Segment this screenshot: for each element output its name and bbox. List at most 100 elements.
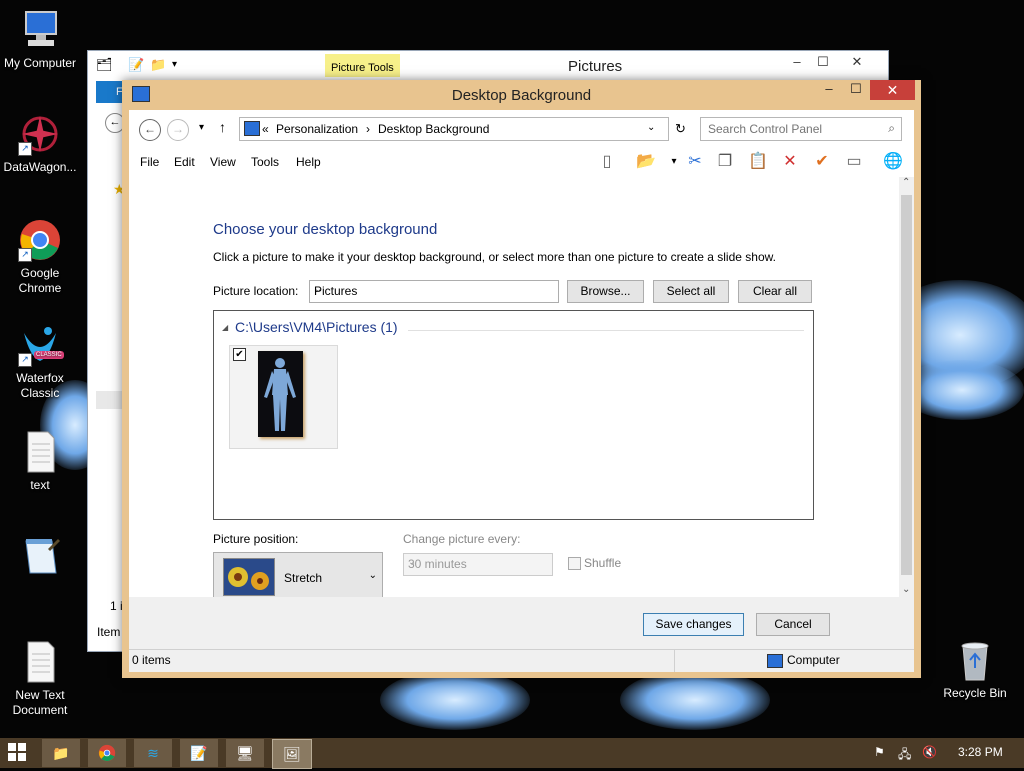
desktop-icon-google-chrome[interactable]: ↗ Google Chrome (0, 218, 80, 296)
close-button[interactable]: ✕ (870, 80, 915, 100)
cancel-button[interactable]: Cancel (756, 613, 830, 636)
desktop-icon-notepad[interactable] (0, 535, 80, 583)
desktop-icon-my-computer[interactable]: My Computer (0, 8, 80, 71)
close-button[interactable]: ✕ (842, 51, 872, 73)
delete-icon[interactable]: ✕ (779, 152, 801, 172)
desktop-icon-label: DataWagon... (3, 160, 77, 174)
taskbar: 📁 ≋ 📝 🖥 🖼 ⚑ 🖧 🔇 3:28 PM (0, 738, 1024, 769)
search-icon[interactable]: ⌕ (888, 121, 895, 136)
cut-icon[interactable]: ✂ (684, 152, 706, 172)
file-explorer-taskbar-icon[interactable]: 📁 (42, 739, 80, 767)
desktop-icon-recycle-bin[interactable]: Recycle Bin (935, 638, 1015, 701)
desktop-icon-label: My Computer (3, 56, 77, 70)
up-arrow-icon[interactable]: ↑ (219, 119, 226, 135)
notepad-taskbar-icon[interactable]: 📝 (180, 739, 218, 767)
menu-tools[interactable]: Tools (251, 155, 279, 169)
clock[interactable]: 3:28 PM (958, 745, 1003, 759)
clear-all-button[interactable]: Clear all (738, 280, 812, 303)
group-divider (408, 330, 804, 331)
menu-edit[interactable]: Edit (174, 155, 195, 169)
back-status-count: 1 i (110, 599, 123, 613)
page-title: Choose your desktop background (213, 221, 438, 238)
shortcut-arrow-icon: ↗ (18, 353, 32, 367)
back-arrow-icon[interactable]: ← (139, 119, 161, 141)
desktop-icon-label: text (30, 478, 50, 492)
page-instruction: Click a picture to make it your desktop … (213, 250, 776, 264)
recycle-bin-icon (953, 638, 997, 682)
action-center-flag-icon[interactable]: ⚑ (874, 745, 885, 759)
group-header[interactable]: C:\Users\VM4\Pictures (1) (235, 319, 398, 335)
chevron-down-icon[interactable]: ▾ (172, 59, 177, 70)
maximize-button[interactable]: ☐ (843, 80, 869, 100)
scroll-up-icon[interactable]: ⌃ (902, 177, 910, 188)
network-icon[interactable]: 🖧 (898, 745, 911, 766)
properties-icon[interactable]: 📝 (128, 57, 144, 73)
wallpaper-thumbnail-image (258, 351, 303, 437)
menu-view[interactable]: View (210, 155, 236, 169)
windows-start-icon[interactable] (8, 743, 26, 761)
preview-pane-icon[interactable]: ▯ (596, 152, 618, 172)
maximize-button[interactable]: ☐ (808, 51, 838, 73)
browse-button[interactable]: Browse... (567, 280, 644, 303)
search-input[interactable] (708, 122, 878, 136)
scroll-down-icon[interactable]: ⌄ (902, 584, 910, 595)
notepad-icon (18, 535, 62, 579)
desktop-icon-waterfox[interactable]: CLASSIC ↗ Waterfox Classic (0, 323, 80, 401)
desktop-icon-datawagon[interactable]: ↗ DataWagon... (0, 112, 80, 175)
picture-thumbnail[interactable]: ✔ (229, 345, 338, 449)
dialog-titlebar[interactable]: Desktop Background – ☐ ✕ (122, 80, 921, 110)
desktop-icon-text[interactable]: text (0, 430, 80, 493)
breadcrumb-separator: › (366, 122, 370, 136)
waterfox-taskbar-icon[interactable]: ≋ (134, 739, 172, 767)
recent-locations-icon[interactable]: ▾ (199, 122, 204, 133)
globe-icon[interactable]: 🌐 (882, 152, 904, 172)
address-bar[interactable]: « Personalization › Desktop Background ⌄ (239, 117, 669, 141)
menu-file[interactable]: File (140, 155, 159, 169)
picture-tools-tab[interactable]: Picture Tools (325, 54, 400, 77)
chrome-icon: ↗ (18, 218, 62, 262)
vertical-scrollbar[interactable]: ⌃ ⌄ (899, 177, 914, 597)
control-panel-taskbar-icon[interactable]: 🖥 (226, 739, 264, 767)
picture-position-dropdown[interactable]: Stretch ⌄ (213, 552, 383, 602)
text-file-icon (18, 430, 62, 474)
desktop-icon-new-text-document[interactable]: New Text Document (0, 640, 80, 718)
classic-badge: CLASSIC (34, 351, 64, 359)
paste-icon[interactable]: 📋 (747, 152, 769, 172)
new-folder-icon[interactable]: 📁 (150, 57, 166, 73)
picture-gallery[interactable]: ◢ C:\Users\VM4\Pictures (1) ✔ (213, 310, 814, 520)
select-all-button[interactable]: Select all (653, 280, 729, 303)
back-window-titlebar[interactable]: 🗂 📝 📁 ▾ Picture Tools Pictures – ☐ ✕ (88, 51, 888, 79)
control-panel-icon (244, 121, 260, 136)
chevron-down-icon[interactable]: ▾ (663, 152, 685, 172)
desktop-background-taskbar-icon[interactable]: 🖼 (272, 739, 312, 769)
volume-muted-icon[interactable]: 🔇 (922, 745, 937, 759)
folder-options-icon[interactable]: 📂 (635, 152, 657, 172)
breadcrumb-personalization[interactable]: Personalization (276, 122, 358, 136)
desktop-background-window[interactable]: Desktop Background – ☐ ✕ ← → ▾ ↑ « Perso… (122, 80, 921, 678)
collapse-triangle-icon[interactable]: ◢ (222, 323, 228, 332)
dialog-title: Desktop Background (451, 87, 592, 104)
shuffle-label: Shuffle (584, 556, 622, 570)
copy-icon[interactable]: ❐ (714, 152, 736, 172)
refresh-icon[interactable]: ↻ (675, 121, 686, 137)
rename-icon[interactable]: ▭ (843, 152, 865, 172)
chevron-down-icon[interactable]: ⌄ (647, 122, 655, 133)
status-location: Computer (787, 653, 840, 667)
shortcut-arrow-icon: ↗ (18, 248, 32, 262)
picture-location-dropdown[interactable]: Pictures ⌄ (309, 280, 559, 303)
scrollbar-thumb[interactable] (901, 195, 912, 575)
forward-arrow-icon[interactable]: → (167, 119, 189, 141)
checkmark-icon[interactable]: ✔ (811, 152, 833, 172)
chevron-down-icon: ⌄ (368, 570, 377, 581)
change-picture-dropdown[interactable]: 30 minutes ⌄ (403, 553, 553, 576)
breadcrumb-overflow[interactable]: « (262, 122, 269, 136)
breadcrumb-desktop-background[interactable]: Desktop Background (378, 122, 489, 136)
picture-checkbox[interactable]: ✔ (233, 348, 246, 361)
minimize-button[interactable]: – (816, 80, 842, 100)
shuffle-checkbox[interactable] (568, 557, 581, 570)
menu-help[interactable]: Help (296, 155, 321, 169)
datawagon-icon: ↗ (18, 112, 62, 156)
search-box[interactable]: ⌕ (700, 117, 902, 141)
save-changes-button[interactable]: Save changes (643, 613, 744, 636)
chrome-taskbar-icon[interactable] (88, 739, 126, 767)
